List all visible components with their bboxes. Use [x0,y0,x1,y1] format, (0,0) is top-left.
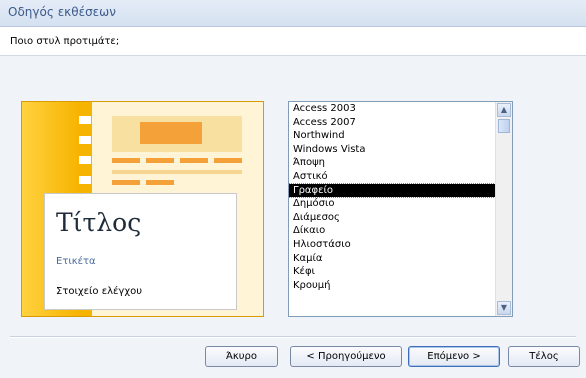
question-panel: Ποιο στυλ προτιμάτε; [0,27,586,56]
style-list-item[interactable]: Δίκαιο [289,224,495,238]
preview-card: Τίτλος Ετικέτα Στοιχείο ελέγχου [44,193,237,310]
preview-tab [79,136,91,144]
preview-title: Τίτλος [56,208,142,237]
preview-row [146,158,174,163]
preview-tab [79,156,91,164]
style-list-item[interactable]: Northwind [289,129,495,143]
preview-label: Ετικέτα [56,256,96,267]
preview-control: Στοιχείο ελέγχου [56,286,143,297]
preview-tab [79,176,91,184]
style-listbox[interactable]: Access 2003 Access 2007 Northwind Windows V… [288,101,513,317]
finish-button[interactable]: Τέλος [508,346,580,367]
scroll-up-icon[interactable]: ▲ [497,103,511,117]
style-list-item[interactable]: Access 2007 [289,116,495,130]
style-list-item[interactable]: Αστικό [289,170,495,184]
style-list-item[interactable]: Κρουμή [289,279,495,293]
preview-row-light [112,170,242,174]
style-list-item[interactable]: Κέφι [289,265,495,279]
style-list-item[interactable]: Καμία [289,252,495,266]
preview-row [112,158,140,163]
style-list-item[interactable]: Άποψη [289,156,495,170]
style-preview: Τίτλος Ετικέτα Στοιχείο ελέγχου [21,101,264,317]
style-question: Ποιο στυλ προτιμάτε; [10,36,120,47]
preview-row [180,158,208,163]
style-list-item[interactable]: Ηλιοστάσιο [289,238,495,252]
scroll-thumb[interactable] [498,119,510,133]
preview-header-block [140,122,202,144]
preview-row [214,158,242,163]
scroll-down-icon[interactable]: ▼ [497,301,511,315]
style-list-items: Access 2003 Access 2007 Northwind Windows V… [289,102,495,316]
preview-row [146,180,174,185]
back-button[interactable]: < Προηγούμενο [290,346,402,367]
cancel-button[interactable]: Άκυρο [205,346,278,367]
preview-row [112,180,140,185]
next-button[interactable]: Επόμενο > [408,346,500,367]
list-scrollbar[interactable]: ▲ ▼ [495,102,512,316]
footer-divider [10,336,576,338]
style-list-item[interactable]: Access 2003 [289,102,495,116]
style-list-item[interactable]: Γραφείο [289,182,495,199]
style-list-item[interactable]: Διάμεσος [289,211,495,225]
preview-tab [79,116,91,124]
window-title: Οδηγός εκθέσεων [8,5,116,19]
style-list-item[interactable]: Windows Vista [289,143,495,157]
style-list-item[interactable]: Δημόσιο [289,197,495,211]
window-titlebar: Οδηγός εκθέσεων [0,0,586,27]
